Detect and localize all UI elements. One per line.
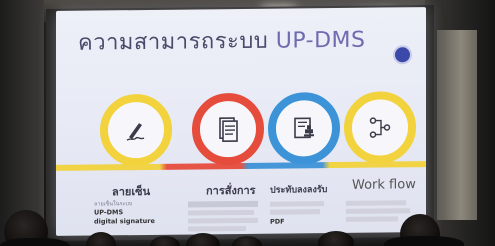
projected-slide: ความสามารถระบบ UP-DMS ลายเซ็น การสั่งการ… — [56, 7, 426, 236]
left-wall — [0, 0, 44, 246]
feature-label-command: การสั่งการ — [206, 183, 256, 198]
slide-title-accent: UP-DMS — [275, 27, 366, 54]
audience-shoulder — [384, 236, 464, 246]
feature-ring-signature — [100, 93, 172, 167]
feature-body-line: PDF — [270, 217, 285, 226]
feature-ring-workflow — [344, 91, 416, 164]
slide-logo-badge — [393, 45, 412, 65]
feature-label-signature: ลายเซ็น — [112, 184, 151, 199]
feature-label-stamp: ประทับลงลงรับ — [270, 185, 328, 196]
feature-ring-command — [192, 92, 264, 166]
feature-body-command — [188, 199, 262, 235]
feature-ring-stamp — [268, 91, 340, 165]
slide-title: ความสามารถระบบ UP-DMS — [78, 22, 365, 60]
feature-body-signature: ลายเซ็นในระบบ UP-DMS digital signature — [94, 200, 174, 227]
pen-signature-icon — [126, 123, 145, 141]
wall-pillar — [437, 30, 477, 220]
photo-scene: ความสามารถระบบ UP-DMS ลายเซ็น การสั่งการ… — [0, 0, 495, 246]
feature-body-stamp: PDF — [270, 198, 334, 227]
document-icon — [219, 117, 238, 142]
stamp-document-icon — [294, 117, 314, 139]
workflow-icon — [369, 117, 391, 138]
feature-body-line: digital signature — [94, 216, 155, 226]
feature-label-workflow: Work flow — [352, 177, 416, 193]
audience-shoulder — [0, 238, 70, 246]
slide-title-prefix: ความสามารถระบบ — [78, 28, 269, 56]
